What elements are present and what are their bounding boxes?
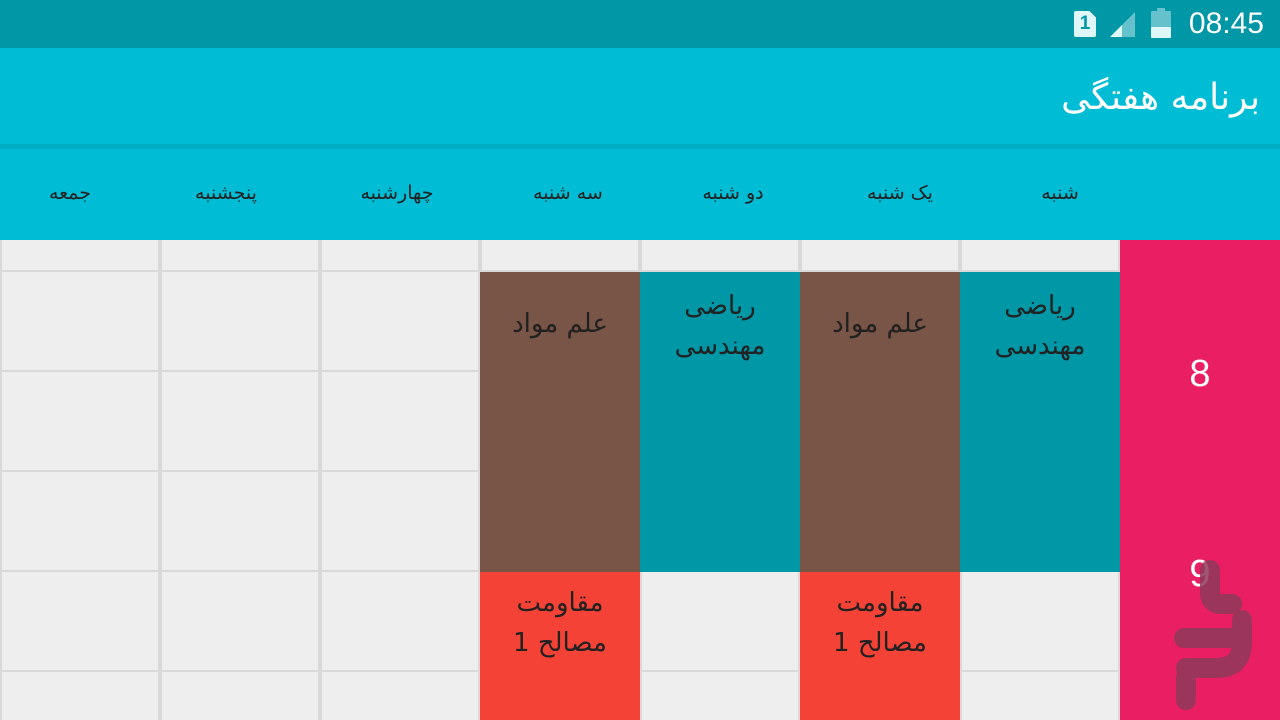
day-header-friday: جمعه <box>48 182 92 204</box>
grid-cell[interactable] <box>962 240 1118 270</box>
day-header-thursday: پنجشنبه <box>195 182 257 204</box>
grid-cell[interactable] <box>162 272 318 370</box>
battery-icon <box>1151 8 1171 38</box>
grid-cell[interactable] <box>642 672 798 720</box>
grid-cell[interactable] <box>162 572 318 670</box>
day-header-monday: دو شنبه <box>702 182 764 204</box>
status-time: 08:45 <box>1188 7 1264 40</box>
day-header-saturday: شنبه <box>1041 182 1079 204</box>
grid-cell[interactable] <box>322 272 478 370</box>
app-bar: برنامه هفتگی <box>0 48 1280 144</box>
grid-cell[interactable] <box>2 472 158 570</box>
grid-cell[interactable] <box>802 240 958 270</box>
grid-cell[interactable] <box>322 472 478 570</box>
grid-cell[interactable] <box>962 672 1118 720</box>
grid-cell[interactable] <box>2 272 158 370</box>
course-block[interactable]: ریاضی مهندسی <box>960 272 1120 572</box>
course-name: ریاضی مهندسی <box>674 291 766 361</box>
status-bar: 1 08:45 <box>0 0 1280 48</box>
course-name: مقاومت مصالح 1 <box>513 588 607 658</box>
day-header-sunday: یک شنبه <box>867 182 933 204</box>
course-block[interactable]: مقاومت مصالح 1 <box>480 572 640 720</box>
course-block[interactable]: علم مواد <box>800 272 960 572</box>
grid-cell[interactable] <box>162 240 318 270</box>
course-name: ریاضی مهندسی <box>994 291 1086 361</box>
grid-cell[interactable] <box>2 240 158 270</box>
grid-cell[interactable] <box>482 240 638 270</box>
course-block[interactable]: علم مواد <box>480 272 640 572</box>
grid-cell[interactable] <box>322 572 478 670</box>
day-header-wednesday: چهارشنبه <box>360 182 434 204</box>
sim-slot-number: 1 <box>1079 13 1091 34</box>
day-header-tuesday: سه شنبه <box>533 182 603 204</box>
grid-cell[interactable] <box>162 672 318 720</box>
course-block[interactable]: مقاومت مصالح 1 <box>800 572 960 720</box>
grid-cell[interactable] <box>642 240 798 270</box>
watermark-logo <box>1174 560 1252 710</box>
grid-cell[interactable] <box>322 240 478 270</box>
signal-icon <box>1110 12 1135 37</box>
grid-cell[interactable] <box>162 472 318 570</box>
grid-cell[interactable] <box>642 572 798 670</box>
grid-cell[interactable] <box>322 372 478 470</box>
grid-cell[interactable] <box>2 372 158 470</box>
course-block[interactable]: ریاضی مهندسی <box>640 272 800 572</box>
grid-cell[interactable] <box>162 372 318 470</box>
course-name: علم مواد <box>832 309 928 339</box>
page-title: برنامه هفتگی <box>1061 77 1260 118</box>
grid-cell[interactable] <box>2 572 158 670</box>
hour-label: 8 <box>1189 353 1211 395</box>
grid-cell[interactable] <box>322 672 478 720</box>
course-name: علم مواد <box>512 309 608 339</box>
grid-cell[interactable] <box>2 672 158 720</box>
grid-cell[interactable] <box>962 572 1118 670</box>
sim-icon: 1 <box>1074 11 1096 37</box>
course-name: مقاومت مصالح 1 <box>833 588 927 658</box>
days-header: شنبه یک شنبه دو شنبه سه شنبه چهارشنبه پن… <box>0 149 1280 240</box>
